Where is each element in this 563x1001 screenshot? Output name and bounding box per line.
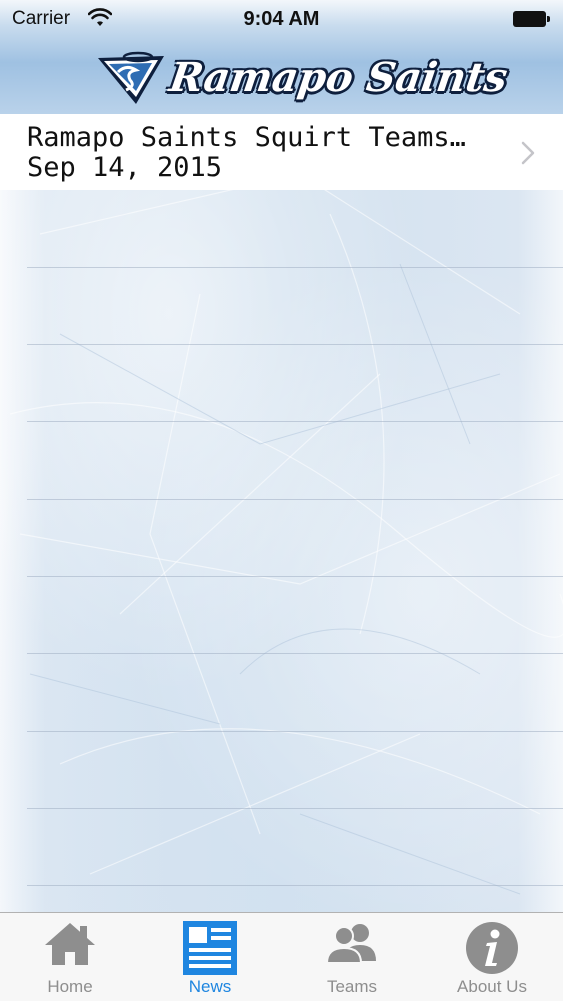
- clock: 9:04 AM: [243, 8, 320, 30]
- tab-teams-label: Teams: [326, 977, 378, 996]
- status-bar: Carrier 9:04 AM: [0, 0, 563, 38]
- news-item-date: Sep 14, 2015: [27, 152, 223, 183]
- row-separator: [27, 267, 563, 268]
- row-separator: [27, 731, 563, 732]
- info-icon: [466, 922, 518, 974]
- tab-home[interactable]: Home: [0, 913, 140, 1001]
- app-header: Carrier 9:04 AM Ramapo Saints: [0, 0, 563, 115]
- tab-about-us[interactable]: About Us: [422, 913, 562, 1001]
- row-separator: [27, 576, 563, 577]
- row-separator: [27, 344, 563, 345]
- logo-wordmark: Ramapo Saints: [166, 54, 511, 101]
- newspaper-icon: [183, 921, 237, 975]
- news-item-title: Ramapo Saints Squirt Teams…: [27, 122, 466, 153]
- row-separator: [27, 653, 563, 654]
- news-list[interactable]: Ramapo Saints Squirt Teams… Sep 14, 2015: [0, 114, 563, 912]
- ice-texture: [9, 173, 563, 895]
- tab-news[interactable]: News: [140, 913, 280, 1001]
- row-separator: [27, 499, 563, 500]
- row-separator: [27, 808, 563, 809]
- house-icon: [45, 923, 95, 965]
- app-logo: Ramapo Saints: [96, 46, 510, 110]
- chevron-right-icon: [521, 141, 535, 165]
- tab-home-label: Home: [47, 977, 93, 996]
- saints-emblem-icon: [98, 51, 164, 104]
- news-list-item[interactable]: Ramapo Saints Squirt Teams… Sep 14, 2015: [0, 114, 563, 190]
- row-separator: [27, 885, 563, 886]
- tab-news-label: News: [188, 977, 232, 996]
- row-separator: [27, 421, 563, 422]
- tab-teams[interactable]: Teams: [282, 913, 422, 1001]
- battery-icon: [513, 11, 550, 27]
- tab-about-us-label: About Us: [457, 977, 527, 996]
- people-icon: [325, 924, 376, 964]
- tab-bar: Home News Teams About Us: [0, 912, 563, 1001]
